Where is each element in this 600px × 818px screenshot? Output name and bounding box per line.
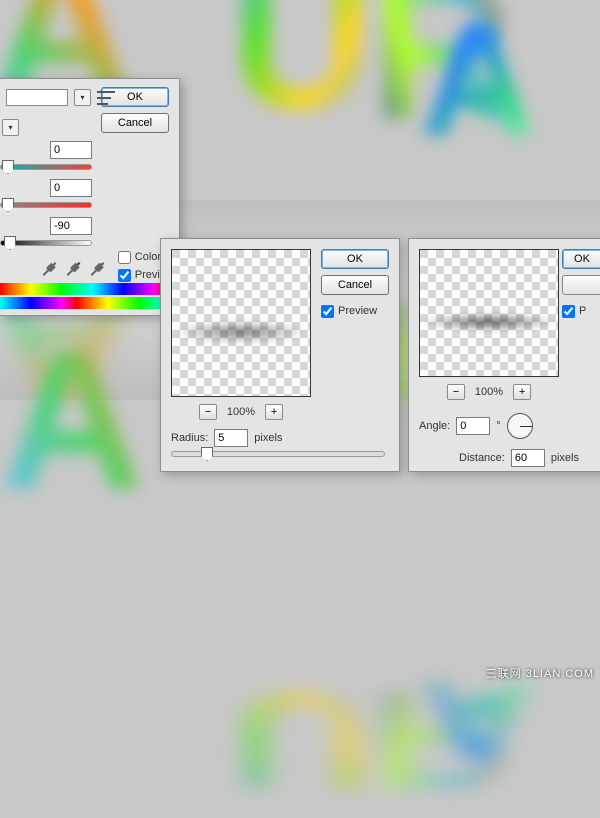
filter-preview[interactable] [171, 249, 311, 397]
radius-label: Radius: [171, 432, 208, 444]
distance-label: Distance: [459, 452, 505, 464]
hue-spectrum-before [0, 283, 169, 295]
motion-blur-dialog: OK P − 100% + Angle: ° Distance: pixels [408, 238, 600, 472]
preset-options-icon[interactable] [97, 91, 115, 105]
hue-slider[interactable] [0, 162, 92, 172]
hue-value-input[interactable] [50, 141, 92, 159]
svg-text:+: + [76, 259, 81, 268]
hue-spectrum-after [0, 297, 169, 309]
lightness-value-input[interactable] [50, 217, 92, 235]
preview-checkbox[interactable] [321, 305, 334, 318]
saturation-value-input[interactable] [50, 179, 92, 197]
radius-input[interactable] [214, 429, 248, 447]
cancel-button[interactable]: Cancel [101, 113, 169, 133]
hue-saturation-dialog: OK Cancel ▾ ▾ [0, 78, 180, 316]
preset-swatch[interactable] [6, 89, 68, 106]
angle-label: Angle: [419, 420, 450, 432]
ok-button[interactable]: OK [321, 249, 389, 269]
bg-text-r: R [370, 0, 514, 150]
angle-dial[interactable] [507, 413, 533, 439]
angle-input[interactable] [456, 417, 490, 435]
zoom-level: 100% [475, 386, 503, 398]
bg-text-a2: A [420, 0, 536, 160]
ok-button[interactable]: OK [562, 249, 600, 269]
eyedropper-add-icon[interactable]: + [64, 259, 82, 277]
preview-label: P [579, 305, 586, 317]
zoom-level: 100% [227, 406, 255, 418]
zoom-out-button[interactable]: − [199, 404, 217, 420]
distance-unit: pixels [551, 452, 579, 464]
distance-input[interactable] [511, 449, 545, 467]
saturation-slider[interactable] [0, 200, 92, 210]
zoom-in-button[interactable]: + [513, 384, 531, 400]
eyedropper-subtract-icon[interactable]: - [88, 259, 106, 277]
radius-unit: pixels [254, 432, 282, 444]
lightness-slider[interactable] [0, 238, 92, 248]
bg-text-u3: U [230, 670, 374, 810]
gaussian-blur-dialog: OK Cancel Preview − 100% + Radius: pixel… [160, 238, 400, 472]
preset-dropdown[interactable]: ▾ [74, 89, 91, 106]
preview-checkbox[interactable] [118, 269, 131, 282]
colorize-checkbox[interactable] [118, 251, 131, 264]
edit-range-dropdown[interactable]: ▾ [2, 119, 19, 136]
angle-degree-symbol: ° [496, 420, 500, 432]
preview-label: Preview [338, 305, 377, 317]
cancel-button[interactable]: Cancel [321, 275, 389, 295]
zoom-out-button[interactable]: − [447, 384, 465, 400]
filter-preview[interactable] [419, 249, 559, 377]
cancel-button-cropped[interactable] [562, 275, 600, 295]
radius-slider[interactable] [171, 449, 385, 459]
bg-text-r3: R [370, 670, 514, 810]
zoom-in-button[interactable]: + [265, 404, 283, 420]
eyedropper-icon[interactable] [40, 259, 58, 277]
preview-checkbox[interactable] [562, 305, 575, 318]
bg-text-u: U [230, 0, 374, 140]
watermark: 三联网 3LIAN.COM [486, 665, 594, 681]
